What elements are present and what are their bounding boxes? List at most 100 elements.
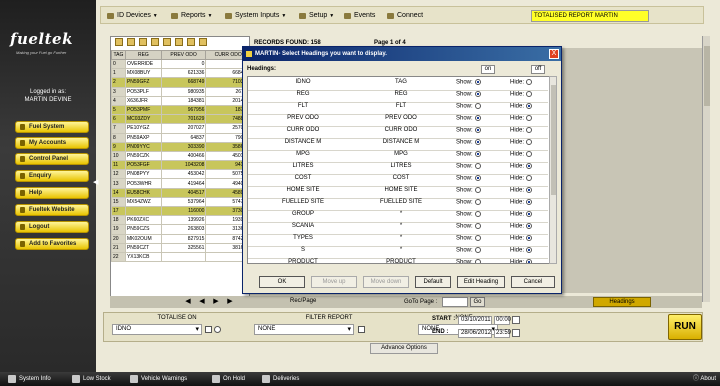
table-row[interactable]: 20 MK02OUM 827915 874297 xyxy=(111,233,249,244)
totalise-radio[interactable] xyxy=(214,326,221,333)
heading-display-name[interactable]: REG xyxy=(366,91,436,97)
show-radio[interactable] xyxy=(474,223,481,229)
hide-radio[interactable] xyxy=(526,175,533,181)
close-icon[interactable]: X xyxy=(549,49,559,59)
scroll-thumb[interactable] xyxy=(704,46,710,106)
menu-system-inputs[interactable]: System Inputs ▼ xyxy=(225,10,286,22)
show-radio[interactable] xyxy=(474,139,481,145)
table-row[interactable]: 6 MC03ZDY 701629 748871 xyxy=(111,114,249,125)
headings-button[interactable]: Headings xyxy=(593,297,651,307)
folder-icon[interactable] xyxy=(127,38,135,46)
show-radio[interactable] xyxy=(474,247,481,253)
heading-display-name[interactable]: * xyxy=(366,247,436,253)
hide-radio[interactable] xyxy=(526,223,533,229)
report-name-field[interactable]: TOTALISED REPORT MARTIN xyxy=(531,10,649,22)
totalise-on-select[interactable]: IDNO xyxy=(112,324,202,335)
heading-display-name[interactable]: CURR ODO xyxy=(366,127,436,133)
calendar-icon[interactable] xyxy=(512,329,520,337)
show-radio[interactable] xyxy=(474,175,481,181)
chart-icon[interactable] xyxy=(199,38,207,46)
show-radio[interactable] xyxy=(474,115,481,121)
table-row[interactable]: 22 YX13KCB xyxy=(111,251,249,263)
table-row[interactable]: 19 PN59CZS 263803 313618 xyxy=(111,224,249,235)
headings-scrollbar[interactable] xyxy=(549,76,557,264)
end-date-input[interactable]: 28/06/2012 xyxy=(458,329,492,338)
sidebar-button-logout[interactable]: Logout xyxy=(15,221,89,233)
calendar-icon[interactable] xyxy=(512,316,520,324)
table-row[interactable]: 5PO53PMF96795618796 xyxy=(111,104,249,116)
table-row[interactable]: 13 PO53WHR 419464 494063 xyxy=(111,178,249,189)
sidebar-button-fuel-system[interactable]: Fuel System xyxy=(15,121,89,133)
table-row[interactable]: 8PN59AXP6483779082 xyxy=(111,132,249,143)
table-row[interactable]: 21 PN59CZT 325561 381620 xyxy=(111,242,249,253)
edit-heading-button[interactable]: Edit Heading xyxy=(457,276,505,288)
start-date-input[interactable]: 03/10/2011 xyxy=(458,316,492,325)
hide-radio[interactable] xyxy=(526,187,533,193)
status-on-hold[interactable]: On Hold xyxy=(212,374,245,384)
status-low-stock[interactable]: Low Stock xyxy=(72,374,111,384)
table-row[interactable]: 18 PK60ZXC 139926 193922 xyxy=(111,215,249,226)
col-tag[interactable]: TAG xyxy=(111,50,126,60)
menu-reports[interactable]: Reports ▼ xyxy=(171,10,212,22)
ok-button[interactable]: OK xyxy=(259,276,305,288)
filter-report-checkbox[interactable] xyxy=(358,326,365,333)
hide-radio[interactable] xyxy=(526,235,533,241)
heading-display-name[interactable]: * xyxy=(366,211,436,217)
collapse-sidebar-icon[interactable]: ◀ xyxy=(93,178,98,186)
heading-display-name[interactable]: MPG xyxy=(366,151,436,157)
start-time-input[interactable]: 00:00 xyxy=(494,316,511,325)
heading-display-name[interactable]: TAG xyxy=(366,79,436,85)
end-time-input[interactable]: 23:59 xyxy=(494,329,511,338)
move-up-button[interactable]: Move up xyxy=(311,276,357,288)
show-radio[interactable] xyxy=(474,127,481,133)
show-radio[interactable] xyxy=(474,91,481,97)
menu-connect[interactable]: Connect xyxy=(387,10,423,22)
sidebar-button-help[interactable]: Help xyxy=(15,187,89,199)
filter-report-select[interactable]: NONE xyxy=(254,324,354,335)
cancel-button[interactable]: Cancel xyxy=(511,276,555,288)
sidebar-button-fueltek-website[interactable]: Fueltek Website xyxy=(15,204,89,216)
filter-icon[interactable] xyxy=(187,38,195,46)
show-radio[interactable] xyxy=(474,79,481,85)
heading-display-name[interactable]: HOME SITE xyxy=(366,187,436,193)
run-button[interactable]: RUN xyxy=(668,314,702,340)
export-icon[interactable] xyxy=(163,38,171,46)
hide-radio[interactable] xyxy=(526,115,533,121)
scroll-thumb[interactable] xyxy=(551,85,556,195)
heading-display-name[interactable]: COST xyxy=(366,175,436,181)
sidebar-button-enquiry[interactable]: Enquiry xyxy=(15,170,89,182)
show-radio[interactable] xyxy=(474,187,481,193)
menu-events[interactable]: Events xyxy=(344,10,375,22)
table-row[interactable]: 10 PN59CZK 400466 450124 xyxy=(111,150,249,162)
heading-display-name[interactable]: FUELLED SITE xyxy=(366,199,436,205)
move-down-button[interactable]: Move down xyxy=(363,276,409,288)
heading-display-name[interactable]: LITRES xyxy=(366,163,436,169)
heading-display-name[interactable]: PREV ODO xyxy=(366,115,436,121)
show-radio[interactable] xyxy=(474,163,481,169)
hide-radio[interactable] xyxy=(526,103,533,109)
table-row[interactable]: 7 PE10YGZ 207027 257081 xyxy=(111,123,249,134)
heading-display-name[interactable]: FLT xyxy=(366,103,436,109)
hide-radio[interactable] xyxy=(526,79,533,85)
print-icon[interactable] xyxy=(151,38,159,46)
save-icon[interactable] xyxy=(139,38,147,46)
table-row[interactable]: 3PO53PLF98093526711 xyxy=(111,86,249,97)
next-page-icon[interactable]: ▶ xyxy=(210,297,222,307)
table-row[interactable]: 17 116000 373061 xyxy=(111,205,249,217)
show-radio[interactable] xyxy=(474,211,481,217)
go-button[interactable]: Go xyxy=(470,297,485,307)
page-vertical-scrollbar[interactable] xyxy=(702,36,710,302)
menu-id-devices[interactable]: ID Devices ▼ xyxy=(107,10,158,22)
default-button[interactable]: Default xyxy=(415,276,451,288)
prev-page-icon[interactable]: ◀ xyxy=(196,297,208,307)
goto-page-input[interactable] xyxy=(442,297,468,307)
table-row[interactable]: 15 MX54ZWZ 537964 574724 xyxy=(111,196,249,208)
hide-radio[interactable] xyxy=(526,127,533,133)
sidebar-button-add-to-favorites[interactable]: Add to Favorites xyxy=(15,238,89,250)
table-row[interactable]: 12 PN08PYY 453042 507596 xyxy=(111,169,249,180)
hide-radio[interactable] xyxy=(526,259,533,263)
advance-options-button[interactable]: Advance Options xyxy=(370,343,438,354)
table-row[interactable]: 9 PN09YYC 303390 358699 xyxy=(111,141,249,152)
table-row[interactable]: 4 X636JFR 184381 201499 xyxy=(111,95,249,106)
all-on-button[interactable]: on xyxy=(481,65,495,74)
